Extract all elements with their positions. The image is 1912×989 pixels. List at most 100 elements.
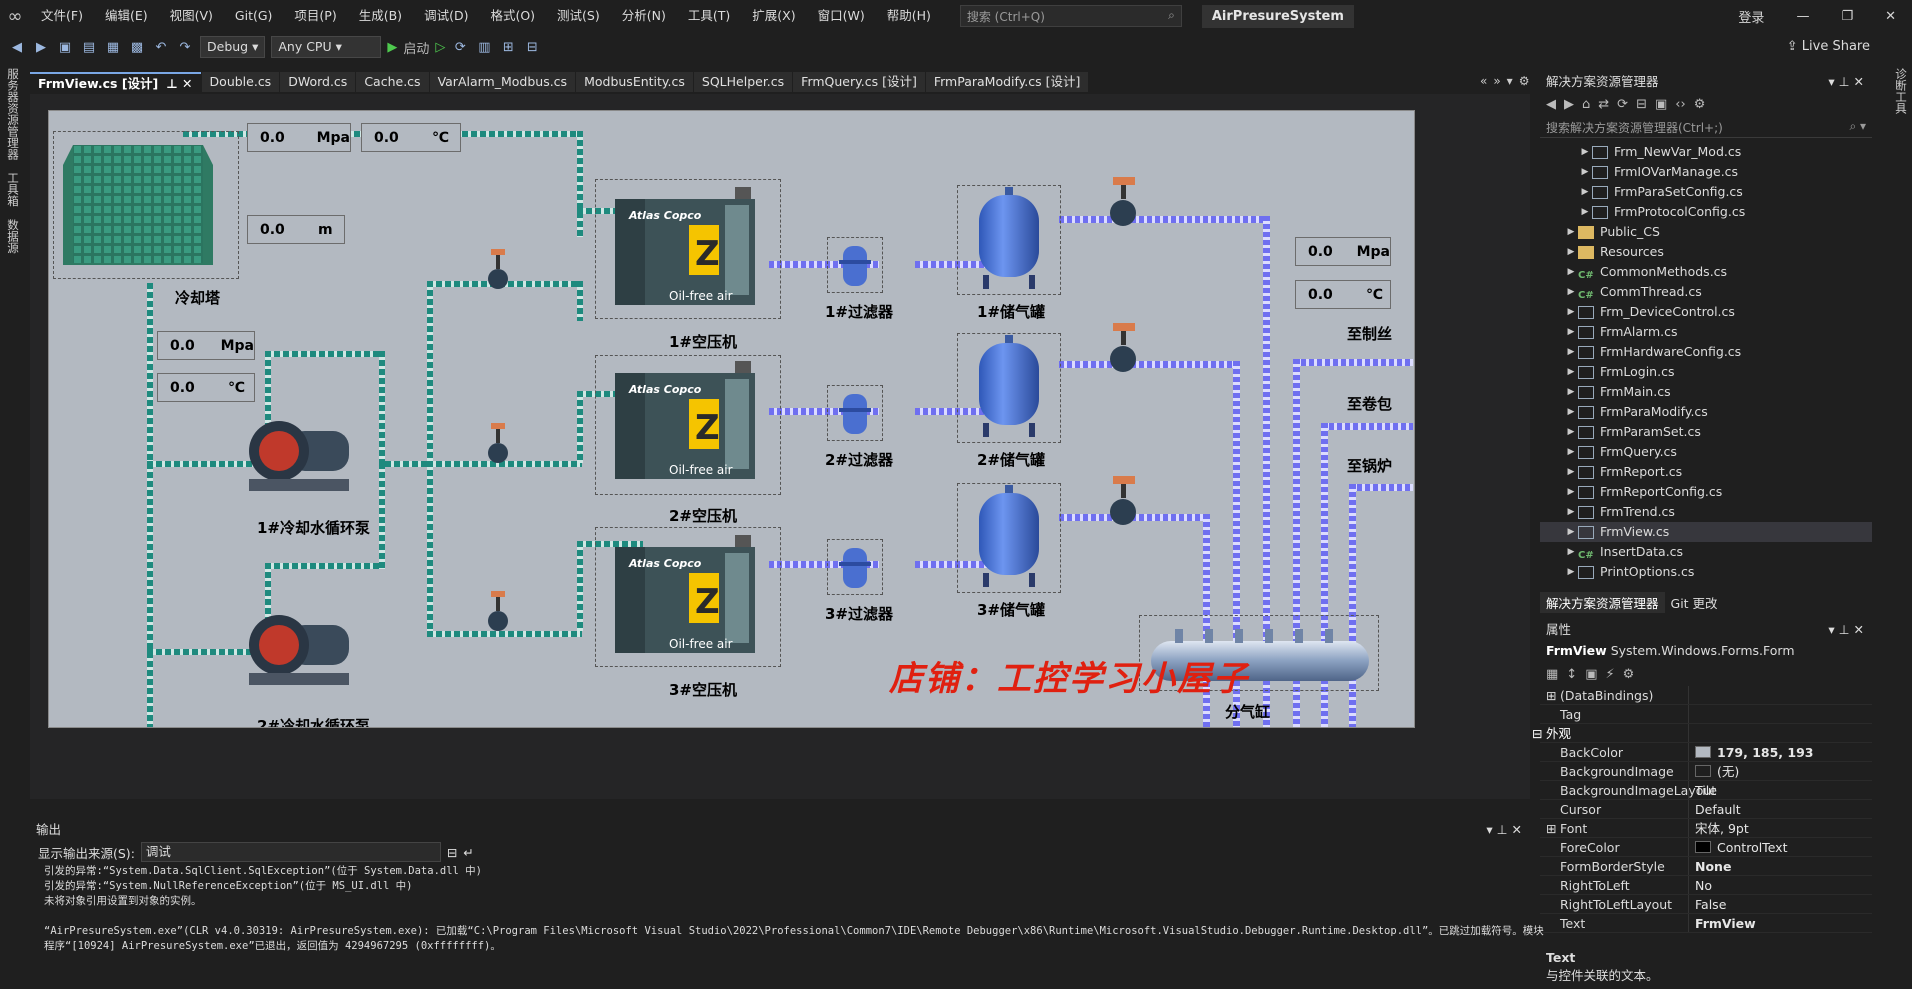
new-item-icon[interactable]: ▣	[56, 38, 74, 56]
expand-arrow-icon[interactable]: ▶	[1564, 222, 1578, 242]
output-source-select[interactable]: 调试	[140, 842, 441, 862]
tree-item[interactable]: ▶ FrmMain.cs	[1540, 382, 1872, 402]
tree-item[interactable]: ▶ FrmHardwareConfig.cs	[1540, 342, 1872, 362]
refresh-icon[interactable]: ⟳	[451, 38, 469, 56]
property-value[interactable]: None	[1688, 857, 1872, 875]
air-valve-1-icon[interactable]	[1103, 177, 1143, 231]
tree-item[interactable]: ▶ FrmAlarm.cs	[1540, 322, 1872, 342]
property-row[interactable]: RightToLeft No	[1540, 876, 1872, 895]
pane-controls[interactable]: ▾ ⊥ ✕	[1828, 620, 1864, 640]
expand-arrow-icon[interactable]: ▶	[1564, 482, 1578, 502]
save-icon[interactable]: ▦	[104, 38, 122, 56]
tree-item[interactable]: ▶ FrmParaSetConfig.cs	[1540, 182, 1872, 202]
tab-5[interactable]: ModbusEntity.cs	[576, 72, 693, 92]
tree-item[interactable]: ▶ FrmReport.cs	[1540, 462, 1872, 482]
tree-item[interactable]: ▶ FrmReportConfig.cs	[1540, 482, 1872, 502]
tab-solution-explorer[interactable]: 解决方案资源管理器	[1540, 592, 1665, 613]
toolbox-tab[interactable]: 工具箱	[0, 166, 26, 213]
tree-item[interactable]: ▶ FrmProtocolConfig.cs	[1540, 202, 1872, 222]
expand-arrow-icon[interactable]: ▶	[1564, 282, 1578, 302]
property-value[interactable]	[1688, 686, 1872, 704]
platform-dropdown[interactable]: Any CPU ▾	[271, 36, 382, 58]
back-icon[interactable]: ◀	[8, 38, 26, 56]
config-dropdown[interactable]: Debug ▾	[200, 36, 266, 58]
tab-3[interactable]: Cache.cs	[356, 72, 429, 92]
menu-item-1[interactable]: 编辑(E)	[94, 0, 159, 32]
expand-arrow-icon[interactable]: ▶	[1578, 142, 1592, 162]
tab-controls[interactable]: «»▾⚙	[1480, 74, 1535, 88]
property-value[interactable]: ControlText	[1688, 838, 1872, 856]
expand-arrow-icon[interactable]: ▶	[1564, 402, 1578, 422]
menu-item-13[interactable]: 帮助(H)	[876, 0, 942, 32]
tree-item[interactable]: ▶ C# CommonMethods.cs	[1540, 262, 1872, 282]
align-icon[interactable]: ⊞	[499, 38, 517, 56]
tab-0[interactable]: FrmView.cs [设计] ⊥ ✕	[30, 72, 201, 92]
undo-icon[interactable]: ↶	[152, 38, 170, 56]
expand-icon[interactable]: ⊞	[1546, 819, 1556, 838]
forward-icon[interactable]: ▶	[32, 38, 50, 56]
tab-6[interactable]: SQLHelper.cs	[693, 72, 793, 92]
sol-forward-icon[interactable]: ▶	[1564, 97, 1574, 112]
property-row[interactable]: FormBorderStyle None	[1540, 857, 1872, 876]
cooling-valve-2-icon[interactable]	[481, 423, 513, 469]
events-icon[interactable]: ⚡	[1606, 667, 1615, 682]
expand-arrow-icon[interactable]: ▶	[1564, 362, 1578, 382]
menu-item-8[interactable]: 测试(S)	[546, 0, 611, 32]
tree-item[interactable]: ▶ PrintOptions.cs	[1540, 562, 1872, 582]
property-row[interactable]: ⊞ (DataBindings)	[1540, 686, 1872, 705]
search-box[interactable]: 搜索 (Ctrl+Q) ⌕	[959, 5, 1182, 27]
property-value[interactable]: Default	[1688, 800, 1872, 818]
expand-arrow-icon[interactable]: ▶	[1564, 462, 1578, 482]
object-selector[interactable]: FrmView System.Windows.Forms.Form	[1540, 640, 1872, 662]
code-icon[interactable]: ‹›	[1675, 97, 1685, 112]
expand-icon[interactable]: ⊞	[1546, 686, 1556, 705]
expand-arrow-icon[interactable]: ▶	[1564, 502, 1578, 522]
collapse-icon[interactable]: ⊟	[1636, 97, 1647, 112]
expand-arrow-icon[interactable]: ▶	[1564, 342, 1578, 362]
property-row[interactable]: Text FrmView	[1540, 914, 1872, 933]
tab-2[interactable]: DWord.cs	[280, 72, 356, 92]
cooling-valve-3-icon[interactable]	[481, 591, 513, 637]
menu-item-12[interactable]: 窗口(W)	[807, 0, 876, 32]
property-value[interactable]: False	[1688, 895, 1872, 913]
tree-item[interactable]: ▶ Public_CS	[1540, 222, 1872, 242]
expand-arrow-icon[interactable]: ▶	[1564, 522, 1578, 542]
open-icon[interactable]: ▤	[80, 38, 98, 56]
menu-item-0[interactable]: 文件(F)	[30, 0, 94, 32]
menu-item-7[interactable]: 格式(O)	[479, 0, 546, 32]
pump-1-icon[interactable]	[239, 411, 359, 501]
tree-item[interactable]: ▶ FrmParaModify.cs	[1540, 402, 1872, 422]
expand-arrow-icon[interactable]: ▶	[1578, 202, 1592, 222]
menu-item-2[interactable]: 视图(V)	[159, 0, 224, 32]
expand-arrow-icon[interactable]: ▶	[1564, 242, 1578, 262]
property-value[interactable]: (无)	[1688, 762, 1872, 780]
property-value[interactable]	[1688, 724, 1872, 742]
expand-arrow-icon[interactable]: ▶	[1564, 442, 1578, 462]
restore-icon[interactable]: ❐	[1825, 9, 1869, 24]
tree-item[interactable]: ▶ C# InsertData.cs	[1540, 542, 1872, 562]
property-row[interactable]: ⊟ 外观	[1532, 724, 1872, 743]
tree-item[interactable]: ▶ FrmView.cs	[1540, 522, 1872, 542]
pane-controls[interactable]: ▾ ⊥ ✕	[1828, 72, 1864, 92]
categorized-icon[interactable]: ▦	[1546, 667, 1558, 682]
minimize-icon[interactable]: —	[1780, 9, 1825, 24]
expand-arrow-icon[interactable]: ▶	[1564, 322, 1578, 342]
align-grid-icon[interactable]: ⊟	[523, 38, 541, 56]
tab-8[interactable]: FrmParaModify.cs [设计]	[925, 72, 1089, 92]
expand-icon[interactable]: ⊟	[1532, 724, 1542, 743]
expand-arrow-icon[interactable]: ▶	[1564, 302, 1578, 322]
property-row[interactable]: BackgroundImageLayout Tile	[1540, 781, 1872, 800]
expand-arrow-icon[interactable]: ▶	[1564, 382, 1578, 402]
air-valve-2-icon[interactable]	[1103, 323, 1143, 377]
pane-controls[interactable]: ▾ ⊥ ✕	[1486, 820, 1522, 840]
refresh-icon[interactable]: ⟳	[1617, 97, 1628, 112]
hmi-form[interactable]: 冷却塔 0.0 Mpa 0.0 ℃ 0.0 m 0.0 Mpa 0.0 ℃ 0.0 Mpa …	[48, 110, 1415, 728]
tree-item[interactable]: ▶ FrmIOVarManage.cs	[1540, 162, 1872, 182]
tree-item[interactable]: ▶ C# CommThread.cs	[1540, 282, 1872, 302]
signin-link[interactable]: 登录	[1722, 7, 1780, 26]
property-row[interactable]: RightToLeftLayout False	[1540, 895, 1872, 914]
menu-item-10[interactable]: 工具(T)	[677, 0, 741, 32]
property-row[interactable]: ⊞ Font 宋体, 9pt	[1540, 819, 1872, 838]
tab-4[interactable]: VarAlarm_Modbus.cs	[429, 72, 576, 92]
pump-2-icon[interactable]	[239, 605, 359, 695]
